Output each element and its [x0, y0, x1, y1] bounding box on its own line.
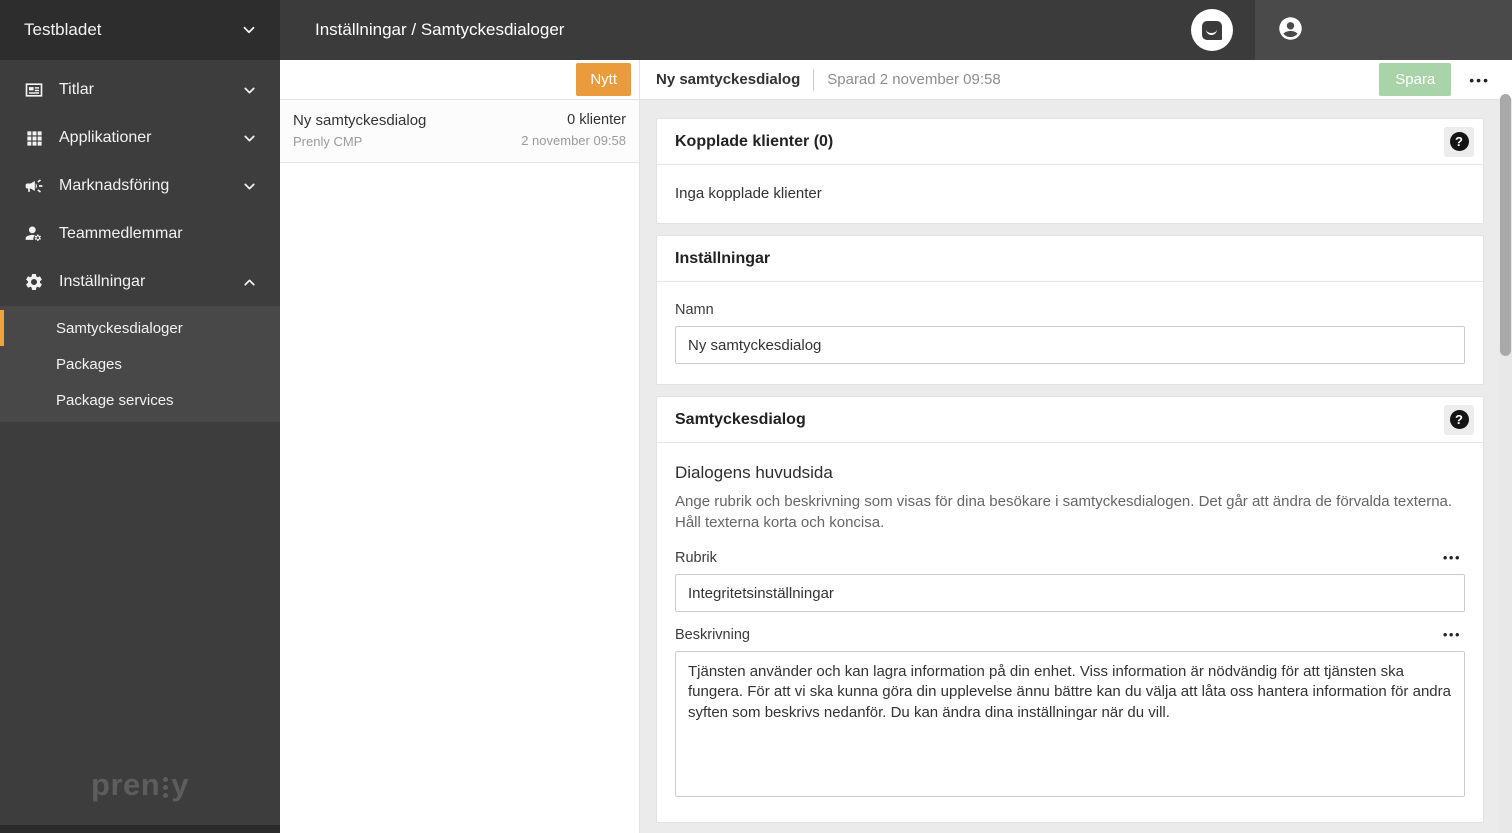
name-label: Namn	[675, 302, 714, 318]
list-item-date: 2 november 09:58	[521, 133, 626, 148]
card-body: Namn	[657, 282, 1483, 384]
subheader: Nytt Ny samtyckesdialog Sparad 2 novembe…	[280, 60, 1512, 100]
prenly-logo: pren y	[91, 767, 189, 803]
gear-icon	[24, 272, 44, 292]
card-title: Inställningar	[675, 249, 771, 267]
sidebar-item-label: Inställningar	[59, 273, 146, 290]
settings-submenu: Samtyckesdialoger Packages Package servi…	[0, 306, 280, 422]
list-item[interactable]: Ny samtyckesdialog Prenly CMP 0 klienter…	[280, 100, 639, 163]
sub-item-label: Packages	[56, 355, 122, 373]
card-header: Samtyckesdialog ?	[657, 397, 1483, 443]
sidebar-item-titlar[interactable]: Titlar	[0, 66, 280, 114]
rubrik-field-row: Rubrik •••	[675, 548, 1465, 567]
sidebar-item-label: Applikationer	[59, 129, 152, 146]
help-icon: ?	[1449, 132, 1469, 151]
sidebar-item-label: Marknadsföring	[59, 177, 170, 194]
org-switcher[interactable]: Testbladet	[0, 0, 280, 60]
apps-grid-icon	[24, 128, 44, 148]
sidebar-item-teammedlemmar[interactable]: Teammedlemmar	[0, 210, 280, 258]
beskrivning-label: Beskrivning	[675, 626, 750, 643]
account-button[interactable]	[1277, 15, 1304, 45]
more-options-button[interactable]: •••	[1467, 68, 1492, 92]
card-header: Inställningar	[657, 236, 1483, 282]
section-title: Dialogens huvudsida	[675, 463, 833, 482]
list-item-left: Ny samtyckesdialog Prenly CMP	[293, 112, 426, 149]
beskrivning-textarea[interactable]: Tjänsten använder och kan lagra informat…	[675, 651, 1465, 797]
rubrik-more-button[interactable]: •••	[1439, 548, 1465, 567]
sidebar-item-label: Titlar	[59, 81, 94, 98]
topbar-right-section	[1255, 0, 1512, 60]
list-panel-header: Nytt	[280, 60, 640, 99]
card-title: Samtyckesdialog	[675, 410, 806, 428]
detail-panel: Kopplade klienter (0) ? Inga kopplade kl…	[640, 100, 1512, 833]
sidebar-item-applikationer[interactable]: Applikationer	[0, 114, 280, 162]
sidebar-item-installningar[interactable]: Inställningar	[0, 258, 280, 306]
sidebar-item-packages[interactable]: Packages	[0, 346, 280, 382]
logo-text: y	[171, 767, 189, 802]
breadcrumb: Inställningar / Samtyckesdialoger	[315, 20, 565, 39]
save-button[interactable]: Spara	[1379, 63, 1452, 96]
consent-dialog-list: Ny samtyckesdialog Prenly CMP 0 klienter…	[280, 100, 640, 833]
chevron-down-icon	[241, 130, 258, 147]
rubrik-input[interactable]	[675, 574, 1465, 612]
sidebar-item-label: Teammedlemmar	[59, 225, 183, 242]
logo-dots-icon	[163, 777, 169, 798]
chevron-down-icon	[240, 21, 258, 39]
ellipsis-icon: •••	[1442, 627, 1461, 642]
save-status: Sparad 2 november 09:58	[827, 71, 1001, 88]
card-body: Dialogens huvudsida Ange rubrik och besk…	[657, 443, 1483, 822]
help-icon: ?	[1449, 410, 1469, 429]
sub-item-label: Package services	[56, 391, 174, 409]
list-item-right: 0 klienter 2 november 09:58	[521, 112, 626, 149]
document-header: Ny samtyckesdialog Sparad 2 november 09:…	[640, 60, 1512, 99]
card-body: Inga kopplade klienter	[657, 165, 1483, 223]
sidebar-item-samtyckesdialoger[interactable]: Samtyckesdialoger	[0, 310, 280, 346]
scrollbar-thumb[interactable]	[1500, 94, 1511, 356]
org-name: Testbladet	[24, 20, 102, 39]
sidebar-footer-bar	[0, 825, 280, 833]
new-item-button[interactable]: Nytt	[576, 63, 631, 96]
card-header: Kopplade klienter (0) ?	[657, 119, 1483, 165]
team-member-icon	[24, 224, 44, 244]
support-chat-button[interactable]	[1191, 9, 1233, 51]
rubrik-label: Rubrik	[675, 549, 717, 566]
megaphone-icon	[24, 176, 44, 196]
ellipsis-icon: •••	[1442, 550, 1461, 565]
logo-text: pren	[91, 767, 161, 802]
main-column: Inställningar / Samtyckesdialoger Nytt N…	[280, 0, 1512, 833]
sub-item-label: Samtyckesdialoger	[56, 319, 183, 337]
chat-bubble-icon	[1202, 20, 1222, 40]
list-item-title: Ny samtyckesdialog	[293, 112, 427, 129]
help-button[interactable]: ?	[1444, 404, 1474, 435]
topbar: Inställningar / Samtyckesdialoger	[280, 0, 1512, 60]
chevron-up-icon	[241, 274, 258, 291]
divider	[813, 68, 815, 91]
chevron-down-icon	[241, 178, 258, 195]
list-item-clients: 0 klienter	[567, 112, 626, 128]
settings-card: Inställningar Namn	[656, 235, 1484, 385]
help-button[interactable]: ?	[1444, 126, 1474, 157]
beskrivning-field-row: Beskrivning •••	[675, 625, 1465, 644]
newspaper-icon	[24, 80, 44, 100]
ellipsis-icon: •••	[1469, 71, 1490, 88]
empty-clients-text: Inga kopplade klienter	[675, 185, 822, 202]
sidebar-item-package-services[interactable]: Package services	[0, 382, 280, 418]
list-item-subtitle: Prenly CMP	[293, 134, 363, 149]
beskrivning-more-button[interactable]: •••	[1439, 625, 1465, 644]
section-description: Ange rubrik och beskrivning som visas fö…	[675, 493, 1453, 531]
consent-dialog-card: Samtyckesdialog ? Dialogens huvudsida An…	[656, 396, 1484, 823]
account-circle-icon	[1277, 15, 1304, 45]
content-area: Ny samtyckesdialog Prenly CMP 0 klienter…	[280, 94, 1512, 833]
sidebar-item-marknadsforing[interactable]: Marknadsföring	[0, 162, 280, 210]
card-title: Kopplade klienter (0)	[675, 132, 834, 150]
document-title: Ny samtyckesdialog	[656, 71, 801, 88]
chevron-down-icon	[241, 82, 258, 99]
sidebar: Testbladet Titlar Applikationer Marknads…	[0, 0, 280, 833]
sidebar-nav: Titlar Applikationer Marknadsföring Team…	[0, 60, 280, 422]
connected-clients-card: Kopplade klienter (0) ? Inga kopplade kl…	[656, 118, 1484, 224]
scrollbar[interactable]	[1499, 94, 1512, 833]
name-input[interactable]	[675, 326, 1465, 364]
